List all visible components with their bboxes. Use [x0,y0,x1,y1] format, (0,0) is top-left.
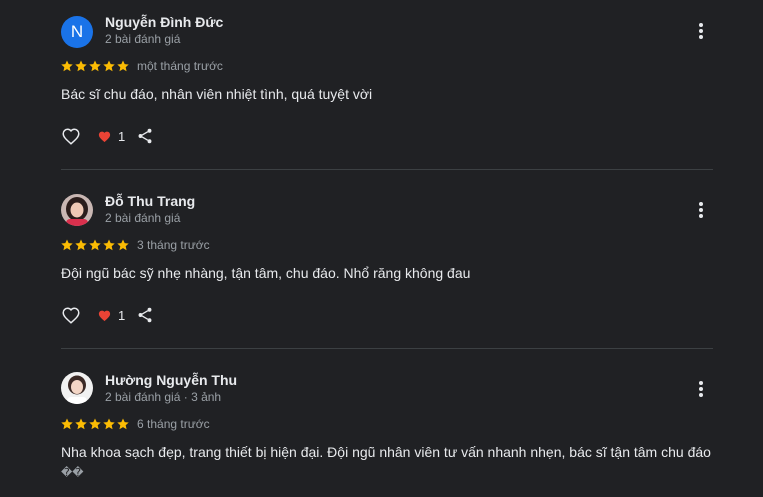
more-vert-icon [699,202,703,218]
star-icon [75,418,87,430]
review-text-line: �� [61,467,84,479]
review-card: Hường Nguyễn Thu 2 bài đánh giá · 3 ảnh … [0,358,763,497]
heart-filled-icon [98,131,111,142]
star-icon [117,239,129,251]
like-button[interactable] [61,127,81,145]
share-button[interactable] [136,306,154,324]
star-icon [117,418,129,430]
review-divider [61,348,713,349]
star-icon [75,239,87,251]
star-rating [60,238,130,252]
share-icon [138,307,152,323]
heart-outline-icon [62,307,80,324]
like-button[interactable] [61,306,81,324]
reviewer-name[interactable]: Đỗ Thu Trang [105,193,195,209]
star-icon [103,60,115,72]
star-rating [60,417,130,431]
avatar-photo [61,372,93,404]
heart-outline-icon [62,128,80,145]
star-icon [89,239,101,251]
more-options-button[interactable] [690,199,712,221]
review-card: N Nguyễn Đình Đức 2 bài đánh giá một thá… [0,0,763,170]
review-actions: 1 [61,124,154,148]
more-options-button[interactable] [690,20,712,42]
reaction-count: 1 [118,128,126,144]
reviewer-meta: 2 bài đánh giá · 3 ảnh [105,390,222,404]
reviewer-meta: 2 bài đánh giá [105,211,181,225]
reviewer-meta: 2 bài đánh giá [105,32,181,46]
star-icon [75,60,87,72]
review-divider [61,169,713,170]
more-vert-icon [699,381,703,397]
avatar-photo [61,194,93,226]
star-icon [89,418,101,430]
review-card: Đỗ Thu Trang 2 bài đánh giá 3 tháng trướ… [0,179,763,349]
reviewer-name[interactable]: Hường Nguyễn Thu [105,372,237,388]
star-icon [61,239,73,251]
star-icon [89,60,101,72]
star-icon [61,60,73,72]
reaction-count: 1 [118,307,126,323]
reviewer-name[interactable]: Nguyễn Đình Đức [105,14,223,30]
review-date: một tháng trước [137,59,223,73]
more-options-button[interactable] [690,378,712,400]
reaction-summary[interactable]: 1 [97,129,125,144]
star-icon [117,60,129,72]
review-date: 6 tháng trước [137,417,210,431]
review-date: 3 tháng trước [137,238,210,252]
reviews-page: N Nguyễn Đình Đức 2 bài đánh giá một thá… [0,0,763,497]
star-icon [103,239,115,251]
star-icon [61,418,73,430]
more-vert-icon [699,23,703,39]
star-rating [60,59,130,73]
avatar[interactable]: N [61,16,93,48]
review-text-line: Nha khoa sạch đẹp, trang thiết bị hiện đ… [61,444,711,460]
star-icon [103,418,115,430]
avatar[interactable] [61,372,93,404]
heart-filled-icon [98,310,111,321]
review-text: Bác sĩ chu đáo, nhân viên nhiệt tình, qu… [61,86,373,102]
avatar[interactable] [61,194,93,226]
share-icon [138,128,152,144]
reaction-summary[interactable]: 1 [97,308,125,323]
review-text: Đội ngũ bác sỹ nhẹ nhàng, tận tâm, chu đ… [61,265,471,281]
review-text: Nha khoa sạch đẹp, trang thiết bị hiện đ… [61,442,721,484]
share-button[interactable] [136,127,154,145]
review-actions: 1 [61,303,154,327]
